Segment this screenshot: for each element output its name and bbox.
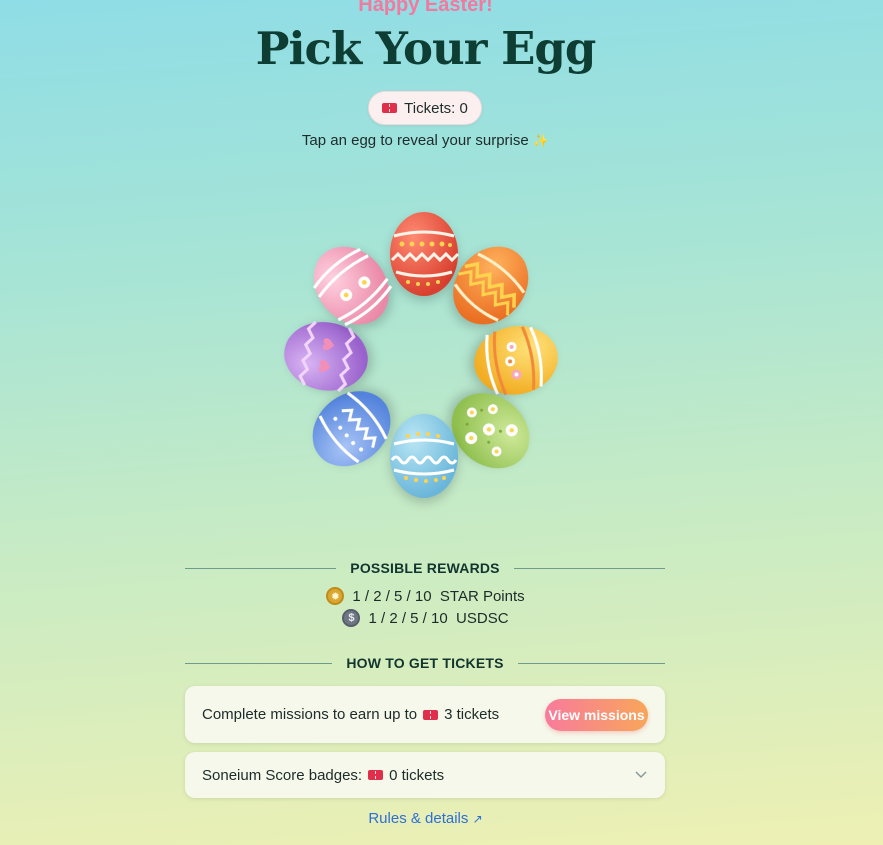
external-link-icon: ↗: [472, 812, 483, 826]
badges-prefix: Soneium Score badges:: [202, 766, 363, 784]
badges-text: Soneium Score badges: 0 tickets: [202, 767, 634, 784]
rewards-heading: POSSIBLE REWARDS: [350, 560, 500, 576]
rewards-section-header: POSSIBLE REWARDS: [185, 558, 666, 578]
missions-ticket-count: 3 tickets: [444, 706, 500, 723]
instruction-text: Tap an egg to reveal your surprise ✨: [0, 132, 851, 149]
divider-line: [185, 567, 337, 569]
missions-text: Complete missions to earn up to 3 ticket…: [202, 706, 545, 723]
missions-prefix: Complete missions to earn up to: [202, 706, 418, 723]
reward-label: 1 / 2 / 5 / 10 USDSC: [368, 609, 509, 627]
sparkle-icon: ✨: [532, 133, 550, 148]
chevron-down-icon[interactable]: [634, 768, 648, 782]
page-title: Pick Your Egg: [255, 22, 597, 75]
reward-item-star-points: ✹ 1 / 2 / 5 / 10 STAR Points: [0, 587, 851, 605]
badges-card[interactable]: Soneium Score badges: 0 tickets: [185, 752, 665, 798]
divider-line: [185, 662, 333, 664]
ticket-icon: [368, 770, 384, 780]
view-missions-button[interactable]: View missions: [545, 698, 648, 731]
usdsc-icon: $: [342, 609, 361, 627]
missions-card: Complete missions to earn up to 3 ticket…: [185, 686, 665, 743]
reward-label: 1 / 2 / 5 / 10 STAR Points: [352, 587, 525, 605]
star-points-icon: ✹: [326, 587, 345, 605]
rules-details-link[interactable]: Rules & details ↗: [0, 810, 851, 827]
divider-line: [517, 662, 665, 664]
tickets-badge: Tickets: 0: [368, 91, 482, 125]
tickets-heading: HOW TO GET TICKETS: [346, 655, 504, 671]
tickets-count: Tickets: 0: [404, 99, 468, 117]
tickets-section-header: HOW TO GET TICKETS: [185, 653, 665, 673]
ticket-icon: [382, 103, 398, 113]
reward-item-usdsc: $ 1 / 2 / 5 / 10 USDSC: [0, 609, 851, 627]
divider-line: [513, 567, 666, 569]
instruction-label: Tap an egg to reveal your surprise: [301, 132, 529, 149]
greeting-text: Happy Easter!: [358, 0, 493, 16]
ticket-icon: [423, 709, 439, 720]
badges-ticket-count: 0 tickets: [389, 766, 445, 784]
rules-label: Rules & details: [368, 810, 469, 827]
egg-selection-ring: [270, 200, 580, 510]
